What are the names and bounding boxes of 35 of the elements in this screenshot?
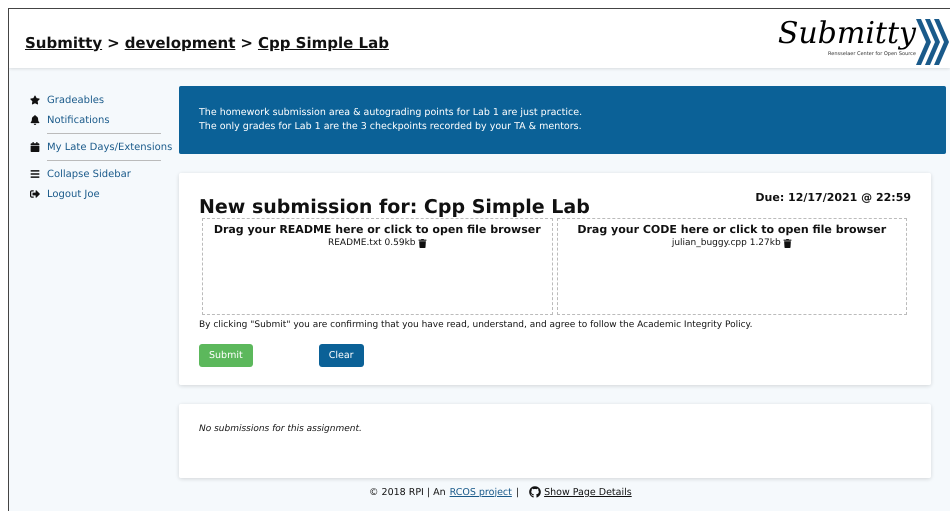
clear-button[interactable]: Clear [318, 344, 364, 367]
banner-text: The only grades for Lab 1 are the 3 checkpoints recorded by your TA & mentors. [199, 120, 583, 134]
breadcrumb-link[interactable]: development [124, 34, 236, 52]
file-dropzone[interactable]: Drag your README here or click to open file browser README.txt 0.59kb [202, 218, 552, 315]
menu-icon [30, 169, 40, 179]
logout-icon [30, 189, 40, 199]
file-dropzone[interactable]: Drag your CODE here or click to open file browser julian_buggy.cpp 1.27kb [556, 218, 907, 315]
banner-text: The homework submission area & autograding points for Lab 1 are just practice. [199, 106, 584, 120]
file-name: julian_buggy.cpp 1.27kb [672, 238, 781, 248]
sidebar-item[interactable]: Collapse Sidebar [30, 164, 179, 184]
empty-message: No submissions for this assignment. [199, 423, 363, 434]
footer-separator: | [516, 486, 520, 498]
github-icon [529, 486, 542, 498]
sidebar-item[interactable]: My Late Days/Extensions [30, 137, 179, 157]
copyright-text: © 2018 RPI | An [369, 486, 446, 498]
breadcrumb-separator: > [240, 34, 253, 52]
sidebar-item[interactable]: Logout Joe [30, 184, 179, 204]
integrity-notice: By clicking "Submit" you are confirming that you have read, understand, and agree to follow the Academic Integrity Policy. [199, 320, 754, 330]
submission-title: New submission for: Cpp Simple Lab [199, 196, 590, 218]
calendar-icon [30, 142, 40, 152]
chevrons-icon [916, 16, 950, 66]
due-date: Due: 12/17/2021 @ 22:59 [755, 191, 911, 204]
page-details-link[interactable]: Show Page Details [529, 486, 632, 498]
sidebar-item[interactable]: Gradeables [30, 90, 179, 110]
bell-icon [30, 115, 40, 125]
trash-icon[interactable] [418, 238, 427, 248]
file-name: README.txt 0.59kb [328, 238, 416, 248]
sidebar-item[interactable]: Notifications [30, 110, 179, 130]
breadcrumb-link[interactable]: Cpp Simple Lab [258, 34, 389, 52]
trash-icon[interactable] [782, 238, 792, 248]
breadcrumb-separator: > [107, 34, 120, 52]
star-icon [30, 95, 40, 105]
rcos-link[interactable]: RCOS project [450, 486, 512, 498]
logo-title: Submitty [778, 16, 916, 50]
breadcrumb-link[interactable]: Submitty [25, 34, 102, 52]
